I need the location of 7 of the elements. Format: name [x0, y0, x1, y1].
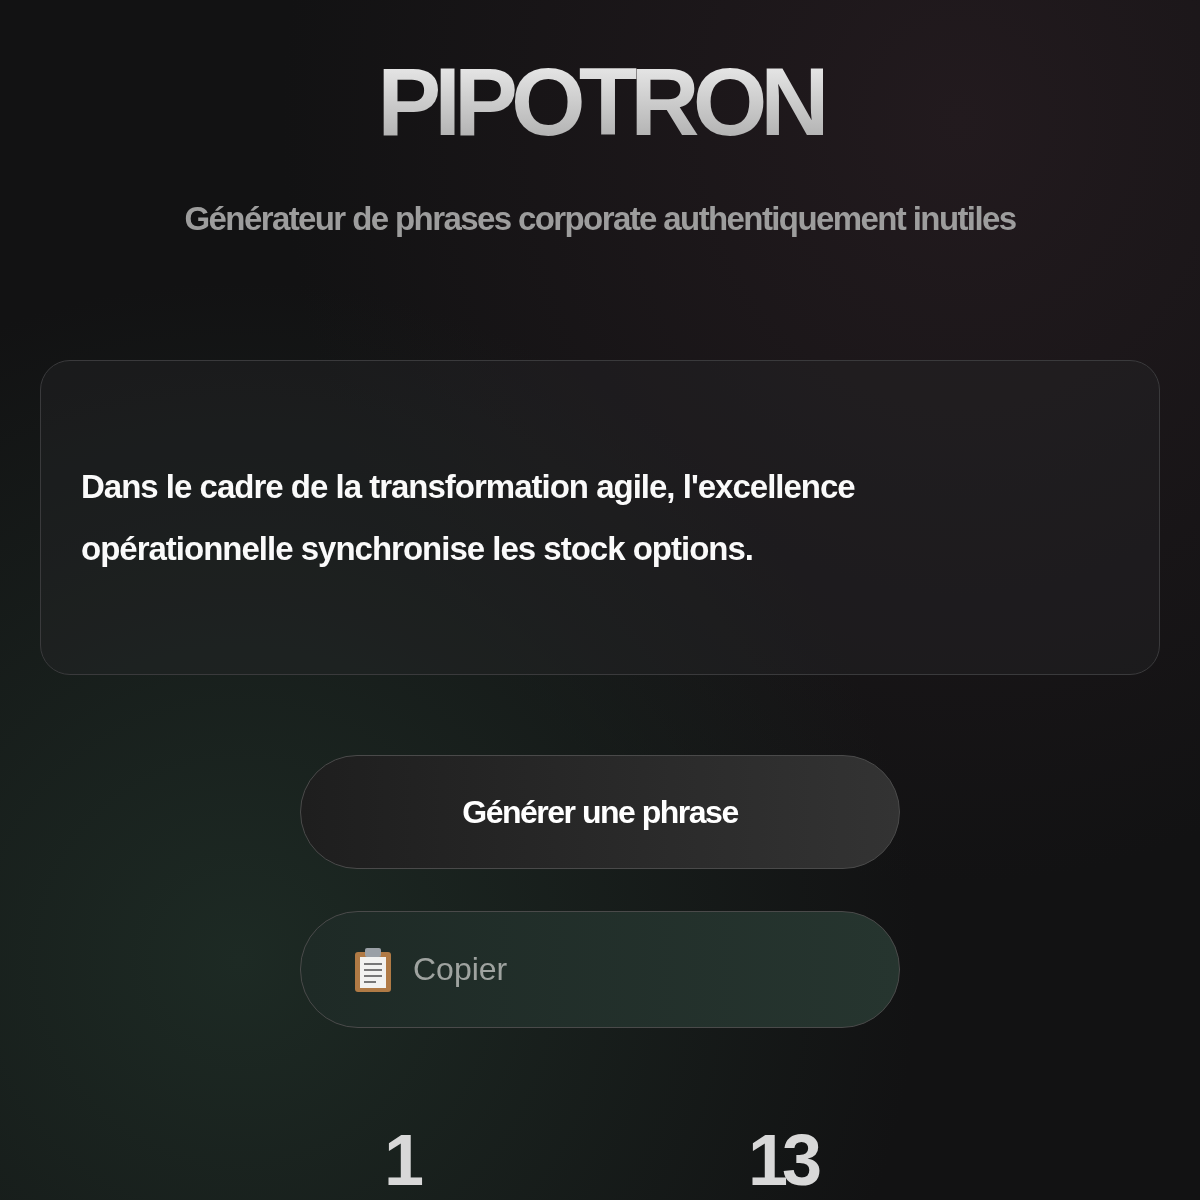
generated-phrase: Dans le cadre de la transformation agile, l'excellence opérationnelle synchronise les stock options. [81, 466, 856, 569]
copy-button[interactable]: Copier [300, 911, 900, 1028]
stat-value: 1 [383, 1120, 418, 1200]
subtitle: Générateur de phrases corporate authentiquement inutiles [184, 200, 1016, 238]
stat-value: 13 [747, 1120, 817, 1200]
generate-button[interactable]: Générer une phrase [300, 755, 900, 869]
clipboard-icon [353, 946, 393, 993]
